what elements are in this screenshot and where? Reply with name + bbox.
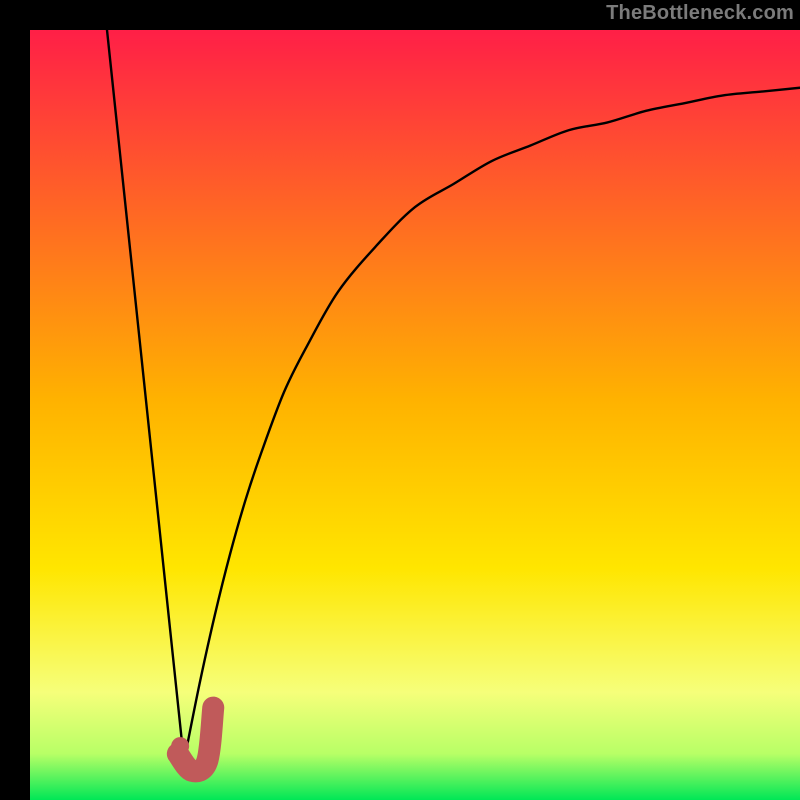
plot-area: [30, 30, 800, 800]
marker-dot: [171, 737, 189, 755]
bottleneck-chart: [0, 0, 800, 800]
attribution-label: TheBottleneck.com: [606, 2, 794, 25]
